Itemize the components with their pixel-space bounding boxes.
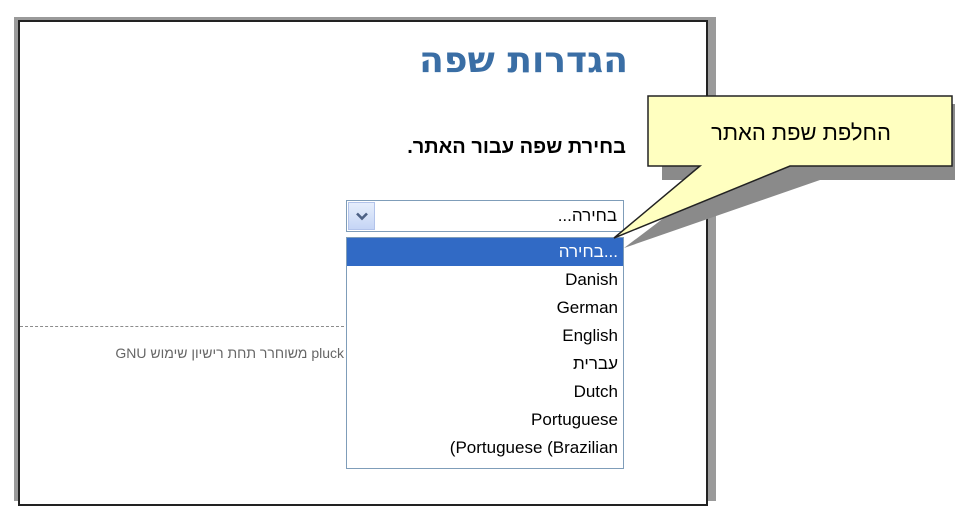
option-portuguese[interactable]: Portuguese (347, 406, 623, 434)
select-arrow-button[interactable] (348, 202, 375, 230)
section-heading: בחירת שפה עבור האתר. (407, 136, 626, 158)
option-portuguese-brazilian[interactable]: (Portuguese (Brazilian (347, 434, 623, 462)
callout-text: החלפת שפת האתר (711, 120, 891, 145)
option-english[interactable]: English (347, 322, 623, 350)
option-dutch[interactable]: Dutch (347, 378, 623, 406)
language-dropdown-list[interactable]: בחירה... Danish German English עברית Dut… (346, 237, 624, 469)
option-hebrew[interactable]: עברית (347, 350, 623, 378)
screenshot-shadow: הגדרות שפה בחירת שפה עבור האתר. בחירה...… (14, 17, 716, 506)
option-german[interactable]: German (347, 294, 623, 322)
language-select[interactable]: בחירה... (346, 200, 624, 232)
option-choose[interactable]: בחירה... (347, 238, 623, 266)
page-title: הגדרות שפה (419, 40, 628, 81)
option-danish[interactable]: Danish (347, 266, 623, 294)
footer-license-text: pluck משוחרר תחת רישיון שימוש GNU (115, 345, 344, 361)
select-current-value: בחירה... (557, 206, 617, 225)
footer-divider (20, 326, 344, 327)
chevron-down-icon (355, 212, 368, 220)
screenshot-frame: הגדרות שפה בחירת שפה עבור האתר. בחירה...… (18, 20, 708, 506)
